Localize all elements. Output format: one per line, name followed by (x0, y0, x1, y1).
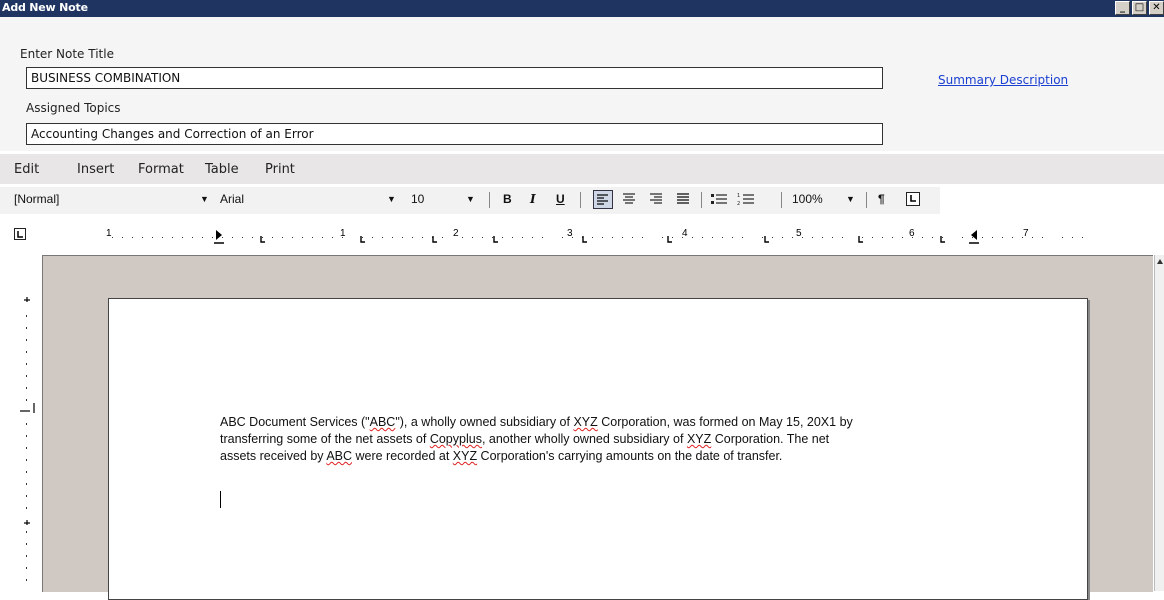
ruler-number: 1 (106, 228, 112, 239)
svg-text:2: 2 (737, 201, 740, 207)
align-right-icon[interactable] (648, 191, 664, 210)
text-cursor (220, 491, 221, 508)
assigned-topics-input[interactable]: Accounting Changes and Correction of an … (26, 123, 883, 145)
document-page[interactable]: ABC Document Services ("ABC"), a wholly … (108, 298, 1088, 600)
bulleted-list-icon[interactable] (710, 191, 728, 210)
text-run: Corporation. The net (711, 432, 830, 446)
justify-icon[interactable] (675, 191, 691, 210)
window-title-bar[interactable]: Add New Note _ □ ✕ (0, 0, 1164, 17)
document-paragraph[interactable]: ABC Document Services ("ABC"), a wholly … (220, 414, 960, 465)
font-select[interactable]: Arial (220, 192, 244, 206)
text-run: were recorded at (352, 449, 453, 463)
tab-stop-icon[interactable] (906, 192, 920, 206)
ruler-number: 2 (453, 228, 459, 239)
assigned-topics-label: Assigned Topics (26, 101, 121, 115)
style-dropdown-icon[interactable]: ▼ (200, 194, 209, 204)
text-run: transferring some of the net assets of (220, 432, 430, 446)
italic-button[interactable]: I (530, 192, 536, 206)
underline-button[interactable]: U (556, 192, 565, 206)
ruler-number: 5 (796, 228, 802, 239)
misspelled-word[interactable]: XYZ (453, 449, 477, 463)
window-title: Add New Note (2, 1, 88, 14)
text-run: ABC Document Services (" (220, 415, 370, 429)
note-title-input[interactable]: BUSINESS COMBINATION (26, 67, 883, 89)
summary-description-link[interactable]: Summary Description (938, 73, 1068, 87)
ruler-number: 7 (1023, 228, 1029, 239)
scroll-up-arrow-icon[interactable] (1155, 255, 1164, 269)
size-select[interactable]: 10 (411, 192, 424, 206)
align-left-icon[interactable] (593, 190, 613, 209)
misspelled-word[interactable]: XYZ (687, 432, 711, 446)
close-button[interactable]: ✕ (1149, 1, 1164, 15)
menu-table[interactable]: Table (205, 162, 239, 177)
size-dropdown-icon[interactable]: ▼ (466, 194, 475, 204)
show-formatting-button[interactable]: ¶ (878, 192, 885, 206)
menu-format[interactable]: Format (138, 162, 184, 177)
toolbar-separator (866, 192, 867, 208)
text-run: Corporation's carrying amounts on the da… (477, 449, 783, 463)
vertical-ruler[interactable] (0, 255, 40, 591)
toolbar-separator (781, 192, 782, 208)
svg-text:1: 1 (737, 193, 740, 199)
menu-insert[interactable]: Insert (77, 162, 114, 177)
ruler-number: 4 (682, 228, 688, 239)
tab-type-icon[interactable] (14, 228, 26, 240)
ruler-number: 1 (340, 228, 346, 239)
note-form: Enter Note Title BUSINESS COMBINATION Su… (0, 17, 1164, 151)
menu-edit[interactable]: Edit (14, 162, 39, 177)
misspelled-word[interactable]: ABC (326, 449, 352, 463)
align-center-icon[interactable] (621, 191, 637, 210)
zoom-select[interactable]: 100% (792, 192, 823, 206)
text-run: Corporation, was formed on May 15, 20X1 … (597, 415, 853, 429)
minimize-button[interactable]: _ (1115, 1, 1130, 15)
window-buttons: _ □ ✕ (1115, 1, 1164, 15)
misspelled-word[interactable]: XYZ (573, 415, 597, 429)
vertical-scrollbar[interactable] (1154, 255, 1164, 591)
bold-button[interactable]: B (503, 192, 512, 206)
vertical-ruler-ticks (20, 297, 35, 581)
text-run: assets received by (220, 449, 327, 463)
horizontal-ruler[interactable]: 1 1 2 3 4 5 6 7 (0, 218, 1164, 250)
menu-print[interactable]: Print (265, 162, 295, 177)
right-indent-marker-icon[interactable] (967, 229, 981, 245)
misspelled-word[interactable]: ABC (370, 415, 396, 429)
toolbar-separator (489, 192, 490, 208)
note-title-label: Enter Note Title (20, 47, 114, 61)
ruler-number: 3 (567, 228, 573, 239)
text-run: , another wholly owned subsidiary of (481, 432, 687, 446)
format-toolbar: [Normal] ▼ Arial ▼ 10 ▼ B I U 12 100% ▼ … (0, 187, 940, 214)
ruler-ticks (112, 236, 1083, 243)
toolbar-separator (701, 192, 702, 208)
misspelled-word[interactable]: Copyplus (430, 432, 482, 446)
ruler-number: 6 (909, 228, 915, 239)
style-select[interactable]: [Normal] (14, 192, 59, 206)
maximize-button[interactable]: □ (1132, 1, 1147, 15)
text-run: "), a wholly owned subsidiary of (395, 415, 574, 429)
menu-bar: Edit Insert Format Table Print (0, 154, 1164, 184)
toolbar-separator (580, 192, 581, 208)
zoom-dropdown-icon[interactable]: ▼ (846, 194, 855, 204)
numbered-list-icon[interactable]: 12 (737, 191, 755, 210)
font-dropdown-icon[interactable]: ▼ (387, 194, 396, 204)
left-indent-marker-icon[interactable] (213, 229, 225, 245)
